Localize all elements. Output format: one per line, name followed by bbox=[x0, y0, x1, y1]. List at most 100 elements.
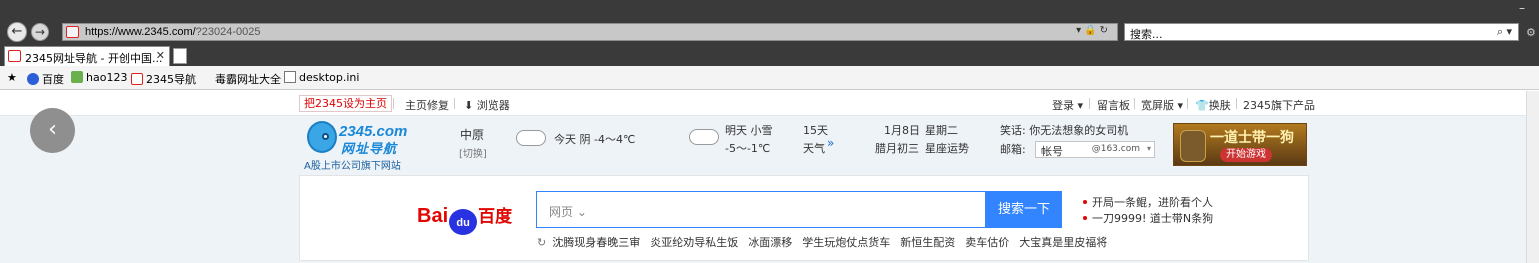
hot-link-label: 开局一条鲲，进阶看个人 bbox=[1092, 196, 1213, 209]
hot-link[interactable]: 一刀9999! 道士带N条狗 bbox=[1083, 211, 1213, 227]
browser-link-label: 浏览器 bbox=[476, 99, 510, 112]
divider bbox=[1236, 98, 1237, 109]
hot-search-tag[interactable]: 冰面漂移 bbox=[748, 236, 792, 249]
guestbook-link[interactable]: 留言板 bbox=[1097, 97, 1130, 113]
address-url[interactable]: https://www.2345.com/?23024-0025 bbox=[85, 26, 261, 38]
back-button[interactable]: ← bbox=[7, 22, 27, 42]
search-scope-select[interactable]: 网页 ⌄ bbox=[549, 203, 587, 220]
hot-link-label: 一刀9999! 道士带N条狗 bbox=[1092, 212, 1214, 225]
date-lunar[interactable]: 腊月初三 bbox=[875, 140, 919, 156]
homepage-repair-link[interactable]: 主页修复 bbox=[405, 97, 449, 113]
search-input[interactable] bbox=[587, 198, 977, 222]
new-tab-button[interactable] bbox=[173, 48, 187, 64]
page-header: 2345.com 网址导航 A股上市公司旗下网站 中原 [切换] 今天 阴 -4… bbox=[299, 119, 1309, 173]
forecast-15-days[interactable]: 15天 bbox=[803, 122, 828, 138]
widescreen-link[interactable]: 宽屏版 ▾ bbox=[1141, 97, 1183, 113]
date-solar: 1月8日 bbox=[884, 124, 920, 137]
favorite-duba[interactable]: 毒霸网址大全 bbox=[215, 71, 281, 87]
baidu-logo-bai: Bai bbox=[417, 205, 449, 227]
divider bbox=[1134, 98, 1135, 109]
shirt-icon: 👕 bbox=[1195, 99, 1209, 112]
start-game-button[interactable]: 开始游戏 bbox=[1220, 148, 1272, 162]
skin-label: 换肤 bbox=[1208, 99, 1231, 112]
skin-link[interactable]: 👕换肤 bbox=[1195, 97, 1231, 113]
caret-down-icon: ▾ bbox=[1074, 99, 1084, 112]
web-page: 把2345设为主页 主页修复 ⬇ 浏览器 登录 ▾ 留言板 宽屏版 ▾ 👕换肤 … bbox=[0, 91, 1539, 263]
horoscope-link[interactable]: 星座运势 bbox=[925, 140, 969, 156]
tab-title: 2345网址导航 - 开创中国... bbox=[25, 52, 163, 65]
forecast-label[interactable]: 天气 bbox=[803, 140, 825, 156]
widescreen-label: 宽屏版 bbox=[1141, 99, 1174, 112]
paw-icon: du bbox=[449, 209, 478, 235]
tab-bar: 2345网址导航 - 开创中国... ✕ bbox=[0, 46, 1539, 66]
hao-icon bbox=[71, 71, 83, 83]
hot-search-tag[interactable]: 炎亚纶劝导私生饭 bbox=[650, 236, 738, 249]
tab-2345[interactable]: 2345网址导航 - 开创中国... ✕ bbox=[4, 46, 170, 66]
hot-search-tags: ↻ 沈腾现身春晚三审 炎亚纶劝导私生饭 冰面漂移 学生玩炮仗点货车 新恒生配资 卖车估价 大宝… bbox=[537, 234, 1117, 250]
favorite-2345[interactable]: 2345导航 bbox=[131, 71, 196, 87]
snow-icon bbox=[689, 129, 719, 145]
browser-link[interactable]: ⬇ 浏览器 bbox=[464, 97, 510, 113]
baidu-logo-cn: 百度 bbox=[478, 207, 513, 226]
divider bbox=[393, 98, 394, 109]
hot-search-tag[interactable]: 学生玩炮仗点货车 bbox=[802, 236, 890, 249]
search-button[interactable]: 搜索一下 bbox=[986, 191, 1062, 228]
login-link[interactable]: 登录 ▾ bbox=[1052, 97, 1083, 113]
chevron-left-icon: ‹ bbox=[48, 117, 57, 142]
page-scrollbar[interactable] bbox=[1526, 91, 1539, 263]
dropdown-icon[interactable]: ▾ bbox=[1076, 25, 1084, 36]
favorite-hao123[interactable]: hao123 bbox=[71, 71, 127, 84]
hot-search-tag[interactable]: 大宝真是里皮福将 bbox=[1019, 236, 1107, 249]
page-top-links: 把2345设为主页 主页修复 ⬇ 浏览器 登录 ▾ 留言板 宽屏版 ▾ 👕换肤 … bbox=[0, 91, 1526, 116]
forward-button[interactable]: → bbox=[31, 23, 49, 41]
gear-icon[interactable]: ⚙ bbox=[1526, 26, 1536, 39]
weather-tomorrow[interactable]: 明天 小雪 bbox=[725, 122, 773, 138]
favorite-desktop-ini[interactable]: desktop.ini bbox=[284, 71, 359, 84]
weather-city: 中原 bbox=[460, 128, 485, 142]
url-query: ?23024-0025 bbox=[195, 26, 261, 38]
mail-account-field[interactable]: 帐号 @163.com ▾ bbox=[1035, 141, 1155, 158]
slide-prev-button[interactable]: ‹ bbox=[30, 108, 75, 153]
hot-link[interactable]: 开局一条鲲，进阶看个人 bbox=[1083, 195, 1213, 211]
paw-icon bbox=[27, 73, 39, 85]
mail-user-placeholder: 帐号 bbox=[1041, 145, 1063, 158]
navigation-bar: ← → https://www.2345.com/?23024-0025 ▾🔒↻… bbox=[0, 18, 1539, 46]
hot-search-tag[interactable]: 沈腾现身春晚三审 bbox=[552, 236, 640, 249]
weather-today[interactable]: 今天 阴 -4～4℃ bbox=[554, 131, 635, 147]
favorite-baidu[interactable]: 百度 bbox=[27, 71, 64, 87]
site-favicon-icon bbox=[8, 50, 21, 62]
city-switch-link[interactable]: [切换] bbox=[459, 145, 487, 160]
favorite-label: desktop.ini bbox=[299, 71, 360, 84]
close-tab-icon[interactable]: ✕ bbox=[156, 49, 165, 62]
mail-label: 邮箱: bbox=[1000, 143, 1026, 156]
arrow-right-icon: → bbox=[34, 25, 46, 39]
baidu-logo[interactable]: Bai du 百度 bbox=[417, 202, 512, 235]
window-titlebar: – bbox=[0, 0, 1539, 18]
double-chevron-right-icon[interactable]: » bbox=[827, 136, 834, 150]
set-homepage-link[interactable]: 把2345设为主页 bbox=[299, 95, 392, 112]
baidu-search-box[interactable]: 网页 ⌄ bbox=[536, 191, 986, 228]
search-icon[interactable]: ⌕ ▾ bbox=[1497, 25, 1512, 39]
favorites-star-icon[interactable]: ★ bbox=[7, 71, 17, 84]
hot-search-tag[interactable]: 新恒生配资 bbox=[900, 236, 955, 249]
game-ad-banner[interactable]: 一道士带一狗 开始游戏 bbox=[1173, 123, 1307, 166]
browser-search-input[interactable]: 搜索... ⌕ ▾ bbox=[1124, 23, 1519, 41]
mail-domain-select[interactable]: @163.com bbox=[1092, 144, 1140, 154]
lock-icon[interactable]: 🔒 bbox=[1084, 25, 1099, 36]
file-icon bbox=[284, 71, 296, 83]
address-bar[interactable]: https://www.2345.com/?23024-0025 ▾🔒↻ bbox=[62, 23, 1118, 41]
favorite-label: hao123 bbox=[86, 71, 128, 84]
hot-links: 开局一条鲲，进阶看个人 一刀9999! 道士带N条狗 bbox=[1083, 195, 1213, 227]
hot-search-tag[interactable]: 卖车估价 bbox=[965, 236, 1009, 249]
products-link[interactable]: 2345旗下产品 bbox=[1243, 97, 1315, 113]
logo-subtitle: A股上市公司旗下网站 bbox=[304, 161, 401, 172]
logo-name: 网址导航 bbox=[341, 142, 398, 157]
joke-link[interactable]: 笑话: 你无法想象的女司机 bbox=[1000, 122, 1128, 138]
favorite-label: 毒霸网址大全 bbox=[215, 73, 281, 86]
site-icon bbox=[131, 73, 143, 85]
minimize-button[interactable]: – bbox=[1519, 2, 1525, 14]
refresh-icon[interactable]: ↻ bbox=[537, 236, 546, 249]
chevron-down-icon[interactable]: ▾ bbox=[1147, 144, 1151, 153]
refresh-icon[interactable]: ↻ bbox=[1100, 25, 1111, 36]
octopus-mascot-icon bbox=[307, 121, 337, 153]
